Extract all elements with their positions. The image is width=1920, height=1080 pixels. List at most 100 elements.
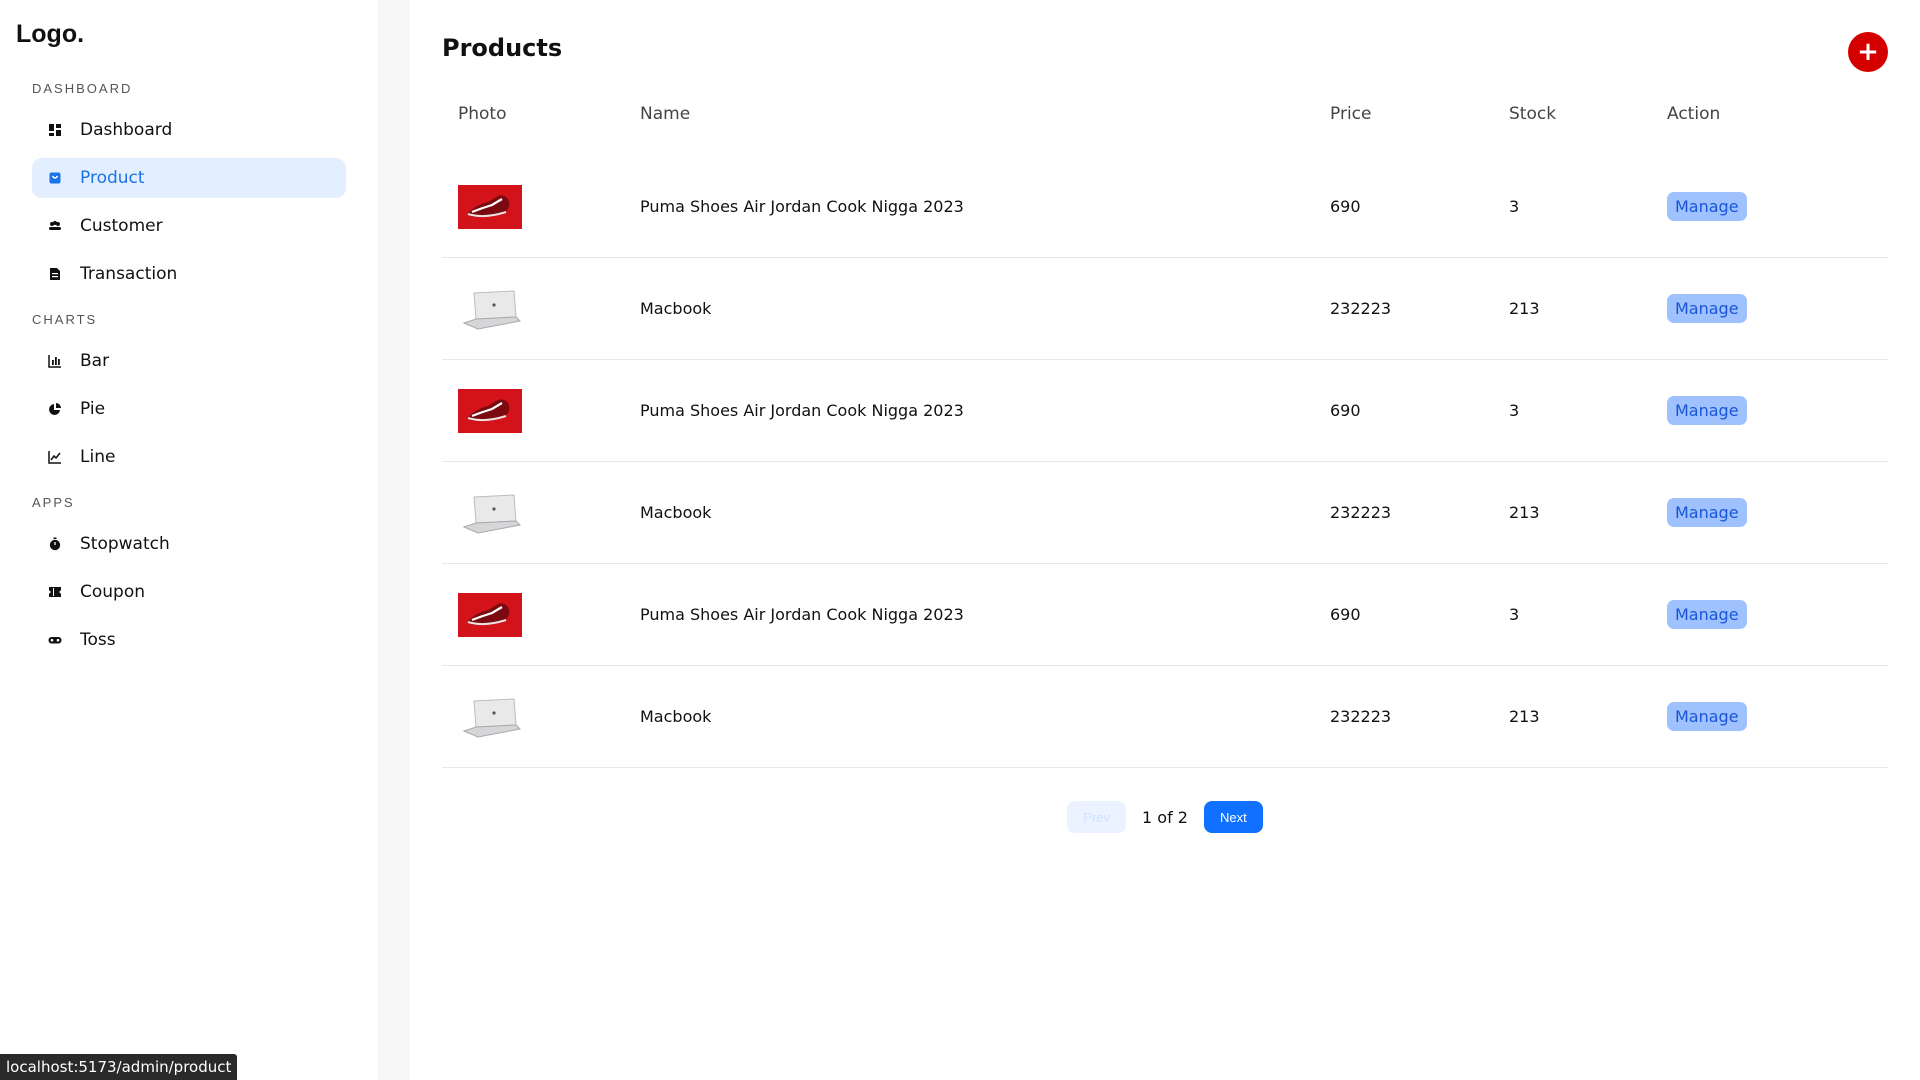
line-chart-icon [48, 450, 62, 464]
product-name: Macbook [640, 707, 712, 726]
product-name: Puma Shoes Air Jordan Cook Nigga 2023 [640, 197, 964, 216]
pie-chart-icon [48, 402, 62, 416]
photo-cell [442, 184, 640, 229]
section-heading-charts: CHARTS [32, 312, 98, 327]
table-row: Macbook 232223 213 Manage [442, 462, 1888, 564]
product-stock: 213 [1509, 503, 1540, 522]
table-body: Puma Shoes Air Jordan Cook Nigga 2023 69… [442, 156, 1888, 768]
sidebar-item-label: Line [80, 447, 116, 467]
sidebar-item-transaction[interactable]: Transaction [32, 254, 346, 294]
product-price: 690 [1330, 401, 1361, 420]
sidebar-item-customer[interactable]: Customer [32, 206, 346, 246]
photo-cell [442, 592, 640, 637]
manage-button[interactable]: Manage [1667, 702, 1747, 731]
table-row: Puma Shoes Air Jordan Cook Nigga 2023 69… [442, 360, 1888, 462]
product-photo-shoe [458, 388, 522, 433]
column-header-price[interactable]: Price [1330, 104, 1509, 124]
section-heading-dashboard: DASHBOARD [32, 81, 133, 96]
column-header-action[interactable]: Action [1667, 104, 1888, 124]
product-photo-laptop [458, 694, 522, 739]
product-name: Macbook [640, 503, 712, 522]
sidebar-item-label: Stopwatch [80, 534, 170, 554]
sidebar-item-line[interactable]: Line [32, 437, 346, 477]
column-header-stock[interactable]: Stock [1509, 104, 1667, 124]
manage-button[interactable]: Manage [1667, 294, 1747, 323]
product-price: 690 [1330, 605, 1361, 624]
people-icon [48, 219, 62, 233]
manage-button[interactable]: Manage [1667, 192, 1747, 221]
coupon-icon [48, 585, 62, 599]
photo-cell [442, 286, 640, 331]
main-content: Products + Photo Name Price Stock Action [410, 0, 1920, 1080]
sidebar-item-label: Dashboard [80, 120, 173, 140]
nav-list-charts: Bar Pie Line [32, 341, 346, 477]
product-name: Puma Shoes Air Jordan Cook Nigga 2023 [640, 401, 964, 420]
pagination: Prev 1 of 2 Next [410, 801, 1920, 833]
action-cell: Manage [1667, 294, 1888, 323]
table-row: Macbook 232223 213 Manage [442, 258, 1888, 360]
sidebar-item-coupon[interactable]: Coupon [32, 572, 346, 612]
gamepad-icon [48, 633, 62, 647]
sidebar-item-label: Coupon [80, 582, 146, 602]
table-header: Photo Name Price Stock Action [442, 92, 1888, 136]
sidebar-item-label: Toss [80, 630, 116, 650]
column-header-name[interactable]: Name [640, 104, 1330, 124]
dashboard-icon [48, 123, 62, 137]
table-row: Macbook 232223 213 Manage [442, 666, 1888, 768]
product-stock: 213 [1509, 707, 1540, 726]
page-indicator: 1 of 2 [1142, 807, 1188, 827]
action-cell: Manage [1667, 702, 1888, 731]
nav-list-apps: Stopwatch Coupon Toss [32, 524, 346, 660]
product-price: 232223 [1330, 299, 1392, 318]
action-cell: Manage [1667, 396, 1888, 425]
sidebar: Logo. DASHBOARD Dashboard Product Custom… [0, 0, 378, 1080]
sidebar-item-label: Product [80, 168, 145, 188]
sidebar-item-dashboard[interactable]: Dashboard [32, 110, 346, 150]
photo-cell [442, 490, 640, 535]
product-photo-shoe [458, 592, 522, 637]
status-bar-url: localhost:5173/admin/product [0, 1054, 238, 1080]
sidebar-item-toss[interactable]: Toss [32, 620, 346, 660]
table-row: Puma Shoes Air Jordan Cook Nigga 2023 69… [442, 564, 1888, 666]
sidebar-item-product[interactable]: Product [32, 158, 346, 198]
next-page-button[interactable]: Next [1203, 801, 1263, 833]
column-header-photo[interactable]: Photo [442, 104, 640, 124]
action-cell: Manage [1667, 600, 1888, 629]
product-photo-shoe [458, 184, 522, 229]
product-stock: 213 [1509, 299, 1540, 318]
sidebar-item-label: Customer [80, 216, 163, 236]
add-product-button[interactable]: + [1848, 32, 1888, 72]
sidebar-item-stopwatch[interactable]: Stopwatch [32, 524, 346, 564]
manage-button[interactable]: Manage [1667, 600, 1747, 629]
product-photo-laptop [458, 490, 522, 535]
bar-chart-icon [48, 354, 62, 368]
manage-button[interactable]: Manage [1667, 498, 1747, 527]
product-price: 690 [1330, 197, 1361, 216]
manage-button[interactable]: Manage [1667, 396, 1747, 425]
product-stock: 3 [1509, 605, 1520, 624]
product-price: 232223 [1330, 503, 1392, 522]
sidebar-item-pie[interactable]: Pie [32, 389, 346, 429]
table-row: Puma Shoes Air Jordan Cook Nigga 2023 69… [442, 156, 1888, 258]
stopwatch-icon [48, 537, 62, 551]
sidebar-item-label: Transaction [80, 264, 178, 284]
product-stock: 3 [1509, 197, 1520, 216]
nav-list-dashboard: Dashboard Product Customer Transaction [32, 110, 346, 294]
prev-page-button[interactable]: Prev [1067, 801, 1127, 833]
logo[interactable]: Logo. [16, 20, 378, 49]
photo-cell [442, 694, 640, 739]
product-name: Puma Shoes Air Jordan Cook Nigga 2023 [640, 605, 964, 624]
action-cell: Manage [1667, 192, 1888, 221]
section-heading-apps: APPS [32, 495, 75, 510]
document-icon [48, 267, 62, 281]
sidebar-item-label: Bar [80, 351, 110, 371]
product-photo-laptop [458, 286, 522, 331]
product-price: 232223 [1330, 707, 1392, 726]
page-title: Products [442, 34, 563, 62]
bag-icon [48, 171, 62, 185]
product-stock: 3 [1509, 401, 1520, 420]
sidebar-item-bar[interactable]: Bar [32, 341, 346, 381]
products-table: Photo Name Price Stock Action Puma Shoes… [442, 92, 1888, 768]
layout-gutter [378, 0, 410, 1080]
photo-cell [442, 388, 640, 433]
